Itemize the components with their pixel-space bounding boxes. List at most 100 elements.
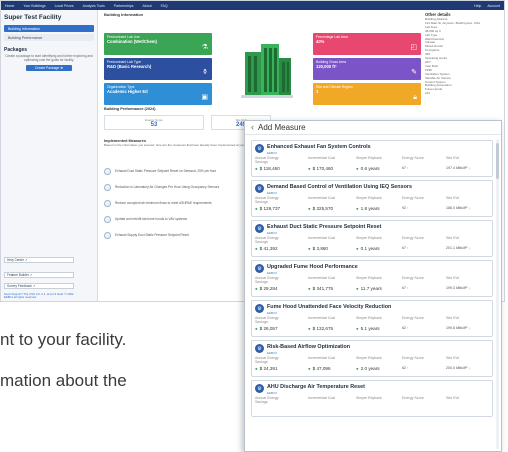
tile-value: 120,000 ft² xyxy=(316,64,337,69)
nav-about[interactable]: About xyxy=(142,4,151,8)
energy-score-value: 92 ↑ xyxy=(402,206,409,210)
incremental-cost-value: $ 325,570 xyxy=(308,206,333,211)
nav-partnerships[interactable]: Partnerships xyxy=(114,4,134,8)
area-icon: ◰ xyxy=(410,44,417,51)
annual-savings-label: Annual Energy Savings xyxy=(255,236,279,244)
measure-card[interactable]: ⚙ Enhanced Exhaust Fan System Controls EEB… xyxy=(251,140,493,177)
tile-value: Combination (Wet/Chem) xyxy=(107,39,157,44)
feature-builder-link[interactable]: Feature Builder ↗ xyxy=(4,272,74,278)
measure-name: AHU Discharge Air Temperature Reset xyxy=(267,384,365,390)
site-eui-value: 199.3 kBtu/ft² ↓ xyxy=(446,286,470,290)
measure-add-icon[interactable]: ⚙ xyxy=(255,304,264,313)
building-illustration-icon xyxy=(241,44,293,98)
energy-score-number: 67 xyxy=(402,246,406,250)
measure-card[interactable]: ⚙ AHU Discharge Air Temperature Reset EEBC… xyxy=(251,380,493,417)
site-eui-label: Site EUI xyxy=(446,396,460,400)
tile-value: Academic Higher Ed xyxy=(107,89,148,94)
simple-payback-label: Simple Payback xyxy=(356,236,382,240)
measure-code: EEBCX xyxy=(267,231,278,235)
measure-add-icon[interactable]: ⚙ xyxy=(255,184,264,193)
arrow-down-icon: ↓ xyxy=(468,166,471,170)
site-eui-label: Site EUI xyxy=(446,316,460,320)
implemented-measure-row[interactable]: Reduce occupied lab minimum flows to mee… xyxy=(104,198,254,208)
nav-faq[interactable]: FAQ xyxy=(161,4,168,8)
energy-score-label: Energy Score xyxy=(402,356,424,360)
measure-code: EEBCX xyxy=(267,191,278,195)
top-navigation-bar: Home Your Buildings Local Prices Analysi… xyxy=(1,1,504,10)
site-eui-value: 199.8 kBtu/ft² ↓ xyxy=(446,326,470,330)
energy-score-value: 67 ↑ xyxy=(402,246,409,250)
measure-card[interactable]: ⚙ Upgraded Fume Hood Performance EEBCX Annu… xyxy=(251,260,493,297)
measure-card[interactable]: ⚙ Risk-Based Airflow Optimization EEBCX Ann… xyxy=(251,340,493,377)
other-details-list: Building Address 123 Main St, Anytown, Bu… xyxy=(425,18,501,96)
nav-home[interactable]: Home xyxy=(5,4,14,8)
site-eui-label: Site EUI xyxy=(446,276,460,280)
measure-add-icon[interactable]: ⚙ xyxy=(255,344,264,353)
energy-score-value: 62 ↑ xyxy=(402,326,409,330)
measure-code: EEBCX xyxy=(267,151,278,155)
implemented-measure-row[interactable]: Exhaust Supply Duct Static Pressure Setp… xyxy=(104,230,254,240)
arrow-down-icon: ↓ xyxy=(468,326,471,330)
survey-feedback-link[interactable]: Survey Feedback ↗ xyxy=(4,283,74,289)
help-center-link[interactable]: Help Center ↗ xyxy=(4,257,74,263)
packages-heading: Packages xyxy=(4,47,28,53)
simple-payback-value: 0.1 years xyxy=(356,246,380,251)
implemented-measure-row[interactable]: Update and retrofit lab fume hoods to VA… xyxy=(104,214,254,224)
nav-help[interactable]: Help xyxy=(474,4,481,8)
simple-payback-label: Simple Payback xyxy=(356,356,382,360)
incremental-cost-label: Incremental Cost xyxy=(308,236,336,240)
implemented-measure-label: Reduce occupied lab minimum flows to mee… xyxy=(115,201,212,205)
measure-add-icon[interactable]: ⚙ xyxy=(255,384,264,393)
measure-add-icon[interactable]: ⚙ xyxy=(255,264,264,273)
site-eui-value: 197.4 kBtu/ft² ↓ xyxy=(446,166,470,170)
measure-status-icon xyxy=(104,183,111,191)
sidebar-item-building-information[interactable]: Building Information xyxy=(4,25,94,32)
measure-card[interactable]: ⚙ Fume Hood Unattended Face Velocity Redu… xyxy=(251,300,493,337)
arrow-down-icon: ↓ xyxy=(468,246,471,250)
incremental-cost-value: $ 3,860 xyxy=(308,246,328,251)
site-eui-label: Site EUI xyxy=(446,356,460,360)
energy-score-label: Energy Score xyxy=(402,196,424,200)
arrow-up-icon: ↑ xyxy=(407,286,409,290)
measure-name: Risk-Based Airflow Optimization xyxy=(267,344,351,350)
incremental-cost-label: Incremental Cost xyxy=(308,316,336,320)
energy-score-value: 62 ↑ xyxy=(402,366,409,370)
measure-card[interactable]: ⚙ Exhaust Duct Static Pressure Setpoint R… xyxy=(251,220,493,257)
incremental-cost-label: Incremental Cost xyxy=(308,396,336,400)
simple-payback-value: 11.7 years xyxy=(356,286,382,291)
energy-score-number: 92 xyxy=(402,206,406,210)
other-details-heading: Other details xyxy=(425,12,451,17)
site-eui-number: 186.0 kBtu/ft² xyxy=(446,206,468,210)
create-package-button[interactable]: Create Package ⊕ xyxy=(26,65,72,72)
sidebar-item-building-performance[interactable]: Building Performance xyxy=(4,34,94,41)
site-eui-label: Site EUI xyxy=(446,156,460,160)
arrow-up-icon: ↑ xyxy=(407,366,409,370)
energy-score-number: 62 xyxy=(402,326,406,330)
implemented-measure-row[interactable]: Reduction in Laboratory Air Changes Per … xyxy=(104,182,254,192)
site-eui-number: 199.3 kBtu/ft² xyxy=(446,286,468,290)
panel-scrollbar-thumb[interactable] xyxy=(496,143,499,179)
nav-analysis-tools[interactable]: Analysis Tools xyxy=(83,4,105,8)
nav-account[interactable]: Account xyxy=(487,4,500,8)
nav-your-buildings[interactable]: Your Buildings xyxy=(23,4,45,8)
tile-value: 1 xyxy=(316,89,319,94)
panel-scrollbar-track[interactable] xyxy=(496,139,499,449)
measure-code: EEBCX xyxy=(267,391,278,395)
simple-payback-label: Simple Payback xyxy=(356,316,382,320)
nav-local-prices[interactable]: Local Prices xyxy=(55,4,74,8)
implemented-measure-label: Update and retrofit lab fume hoods to VA… xyxy=(115,217,187,221)
back-chevron-icon[interactable]: ‹ xyxy=(251,123,254,132)
measure-status-icon xyxy=(104,199,111,207)
simple-payback-value: 5.1 years xyxy=(356,326,380,331)
building-performance-heading: Building Performance (2024) xyxy=(104,107,156,111)
energy-score-value: 67 ↑ xyxy=(402,286,409,290)
measure-card[interactable]: ⚙ Demand Based Control of Ventilation Usi… xyxy=(251,180,493,217)
measure-add-icon[interactable]: ⚙ xyxy=(255,144,264,153)
energy-score-number: 67 xyxy=(402,286,406,290)
site-eui-number: 200.0 kBtu/ft² xyxy=(446,366,468,370)
implemented-measure-row[interactable]: Exhaust Duct Static Pressure Setpoint Re… xyxy=(104,166,254,176)
implemented-measure-label: Reduction in Laboratory Air Changes Per … xyxy=(115,185,220,189)
energy-score-number: 67 xyxy=(402,166,406,170)
simple-payback-value: 0.6 years xyxy=(356,166,380,171)
measure-add-icon[interactable]: ⚙ xyxy=(255,224,264,233)
